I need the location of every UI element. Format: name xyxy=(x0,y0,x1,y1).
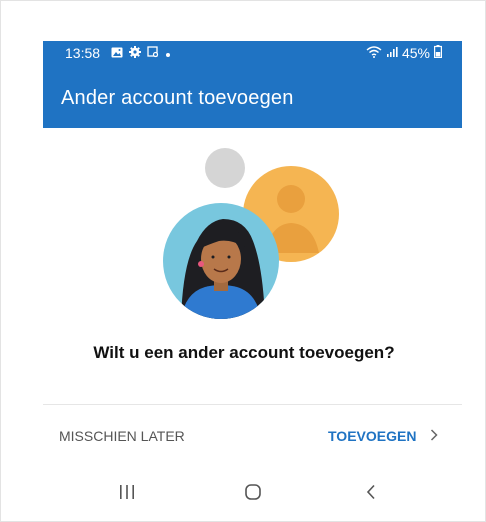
battery-icon xyxy=(434,45,443,61)
status-bar: 13:58 45% xyxy=(43,41,462,67)
status-time: 13:58 xyxy=(65,45,101,61)
back-icon xyxy=(365,484,377,503)
chevron-right-icon xyxy=(430,428,438,444)
system-nav-bar xyxy=(43,467,462,517)
screenshot-icon xyxy=(147,45,159,61)
status-system-icons: 45% xyxy=(366,45,443,61)
accounts-illustration xyxy=(161,141,351,331)
status-notification-icons xyxy=(111,45,171,61)
image-icon xyxy=(111,45,123,61)
divider xyxy=(43,404,462,405)
add-account-label: TOEVOEGEN xyxy=(328,428,417,444)
gear-icon xyxy=(129,45,141,61)
app-bar: Ander account toevoegen xyxy=(43,67,462,128)
signal-icon xyxy=(386,45,398,61)
recents-button[interactable] xyxy=(113,479,141,507)
home-icon xyxy=(244,483,262,504)
back-button[interactable] xyxy=(357,479,385,507)
maybe-later-button[interactable]: MISSCHIEN LATER xyxy=(59,428,185,444)
page-title: Ander account toevoegen xyxy=(61,87,294,109)
add-account-button[interactable]: TOEVOEGEN xyxy=(328,428,438,444)
wifi-icon xyxy=(366,45,382,61)
battery-percent: 45% xyxy=(401,45,430,61)
phone-screen: 13:58 45% Ander account toevoegen Wilt u… xyxy=(0,0,486,522)
add-account-question: Wilt u een ander account toevoegen? xyxy=(93,343,395,362)
home-button[interactable] xyxy=(239,479,267,507)
recents-icon xyxy=(118,484,136,503)
dot-icon xyxy=(165,45,171,61)
